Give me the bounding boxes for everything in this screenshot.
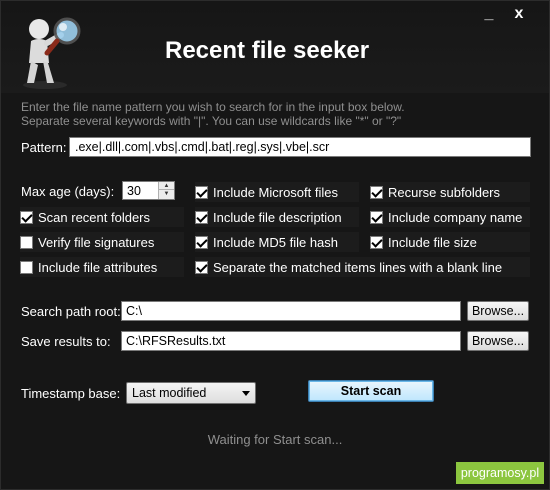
timestamp-selected: Last modified [132, 386, 207, 400]
stepper-up-icon[interactable]: ▲ [159, 182, 174, 190]
search-path-input[interactable]: C:\ [121, 301, 461, 321]
option-include-file-attributes[interactable]: Include file attributes [20, 257, 184, 277]
option-include-file-size[interactable]: Include file size [370, 232, 530, 252]
close-button[interactable]: x [509, 5, 529, 25]
option-label: Include Microsoft files [213, 184, 338, 200]
option-label: Include file size [388, 234, 477, 250]
minimize-button[interactable]: _ [479, 5, 499, 25]
search-person-icon [23, 17, 81, 89]
checkbox[interactable] [20, 260, 33, 274]
search-path-browse-button[interactable]: Browse... [467, 301, 529, 321]
status-text: Waiting for Start scan... [207, 432, 343, 447]
timestamp-label: Timestamp base: [21, 386, 121, 401]
timestamp-select[interactable]: Last modified [126, 382, 256, 404]
option-label: Include file description [213, 209, 342, 225]
checkbox[interactable] [370, 235, 383, 249]
save-results-browse-button[interactable]: Browse... [467, 331, 529, 351]
checkbox[interactable] [370, 210, 383, 224]
stepper-buttons: ▲ ▼ [158, 182, 174, 199]
checkbox[interactable] [195, 235, 208, 249]
option-separate-matched-lines[interactable]: Separate the matched items lines with a … [195, 257, 530, 277]
option-verify-file-signatures[interactable]: Verify file signatures [20, 232, 184, 252]
checkbox[interactable] [195, 260, 208, 274]
max-age-value: 30 [127, 184, 141, 198]
checkbox[interactable] [195, 210, 208, 224]
header: Recent file seeker _ x [1, 1, 549, 93]
checkbox[interactable] [20, 235, 33, 249]
checkbox[interactable] [370, 185, 383, 199]
pattern-input[interactable] [69, 137, 531, 157]
option-label: Include file attributes [38, 259, 158, 275]
search-path-label: Search path root: [21, 304, 121, 319]
stepper-down-icon[interactable]: ▼ [159, 190, 174, 198]
watermark: programosy.pl [456, 462, 544, 484]
option-recurse-subfolders[interactable]: Recurse subfolders [370, 182, 530, 202]
max-age-stepper[interactable]: 30 ▲ ▼ [122, 181, 175, 200]
option-include-md5-file-hash[interactable]: Include MD5 file hash [195, 232, 359, 252]
option-label: Scan recent folders [38, 209, 151, 225]
max-age-label: Max age (days): [21, 184, 115, 199]
option-label: Verify file signatures [38, 234, 155, 250]
option-scan-recent-folders[interactable]: Scan recent folders [20, 207, 184, 227]
app-title: Recent file seeker [165, 37, 370, 64]
option-label: Recurse subfolders [388, 184, 500, 200]
instructions: Enter the file name pattern you wish to … [21, 100, 531, 128]
option-include-microsoft-files[interactable]: Include Microsoft files [195, 182, 359, 202]
option-label: Include MD5 file hash [213, 234, 339, 250]
option-include-company-name[interactable]: Include company name [370, 207, 530, 227]
option-label: Include company name [388, 209, 523, 225]
save-results-input[interactable]: C:\RFSResults.txt [121, 331, 461, 351]
pattern-label: Pattern: [21, 140, 67, 155]
start-scan-button[interactable]: Start scan [308, 380, 434, 402]
instructions-line-1: Enter the file name pattern you wish to … [21, 100, 405, 114]
instructions-line-2: Separate several keywords with "|". You … [21, 114, 402, 128]
checkbox[interactable] [195, 185, 208, 199]
save-results-label: Save results to: [21, 334, 111, 349]
app-window: Recent file seeker _ x Enter the file na… [0, 0, 550, 490]
option-include-file-description[interactable]: Include file description [195, 207, 359, 227]
checkbox[interactable] [20, 210, 33, 224]
option-label: Separate the matched items lines with a … [213, 259, 503, 275]
chevron-down-icon [242, 391, 250, 396]
